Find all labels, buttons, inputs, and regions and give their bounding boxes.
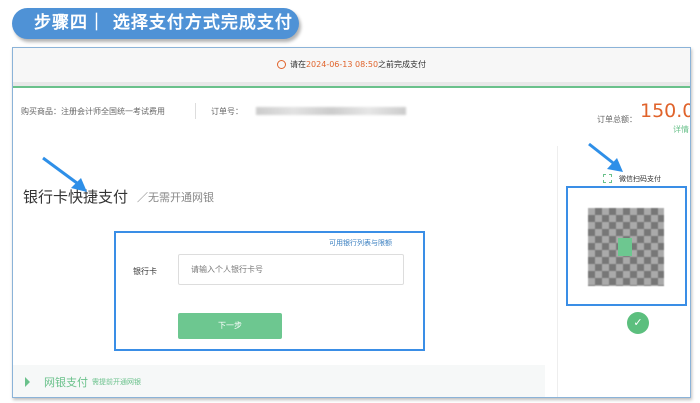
order-no-blurred [256,107,406,115]
product-label: 购买商品： [21,107,61,116]
netbank-title: 网银支付 [44,376,88,389]
netbank-note: 需提前开通网银 [92,378,141,386]
card-label: 银行卡 [133,267,157,276]
payment-screenshot: 请在2024-06-13 08:50之前完成支付 购买商品：注册会计师全国统一考… [12,47,691,398]
expand-icon [25,377,30,387]
next-button[interactable]: 下一步 [178,313,282,339]
qr-center-logo [618,238,632,256]
clock-icon [276,60,286,69]
netbank-section[interactable]: 网银支付 需提前开通网银 [13,365,545,397]
bank-list-link[interactable]: 可用银行列表与限额 [329,238,392,248]
total-label: 订单总额： [597,115,637,124]
card-pay-subtitle: ／无需开通网银 [137,191,214,204]
order-no-label: 订单号： [211,107,243,116]
deadline-suffix: 之前完成支付 [378,60,427,69]
pointer-arrow-icon [42,156,87,192]
order-total: 150.00 [640,100,690,122]
wechat-icon: ✓ [627,312,649,334]
details-link[interactable]: 详情 [673,124,689,135]
product-info: 购买商品：注册会计师全国统一考试费用 [21,106,165,117]
progress-divider [13,82,690,88]
order-info: 购买商品：注册会计师全国统一考试费用 订单号： 订单总额： 150.00 详情 [13,90,690,146]
separator [195,103,196,119]
card-number-input[interactable]: 请输入个人银行卡号 [178,254,404,285]
column-divider [557,146,558,397]
product-name: 注册会计师全国统一考试费用 [61,107,165,116]
step-banner: 步骤四｜ 选择支付方式完成支付 [12,8,299,39]
deadline-time: 2024-06-13 08:50 [305,60,379,69]
deadline-prefix: 请在 [289,60,306,69]
deadline-bar: 请在2024-06-13 08:50之前完成支付 [13,48,690,82]
qr-highlight [566,186,687,306]
pointer-arrow-icon [588,142,623,172]
